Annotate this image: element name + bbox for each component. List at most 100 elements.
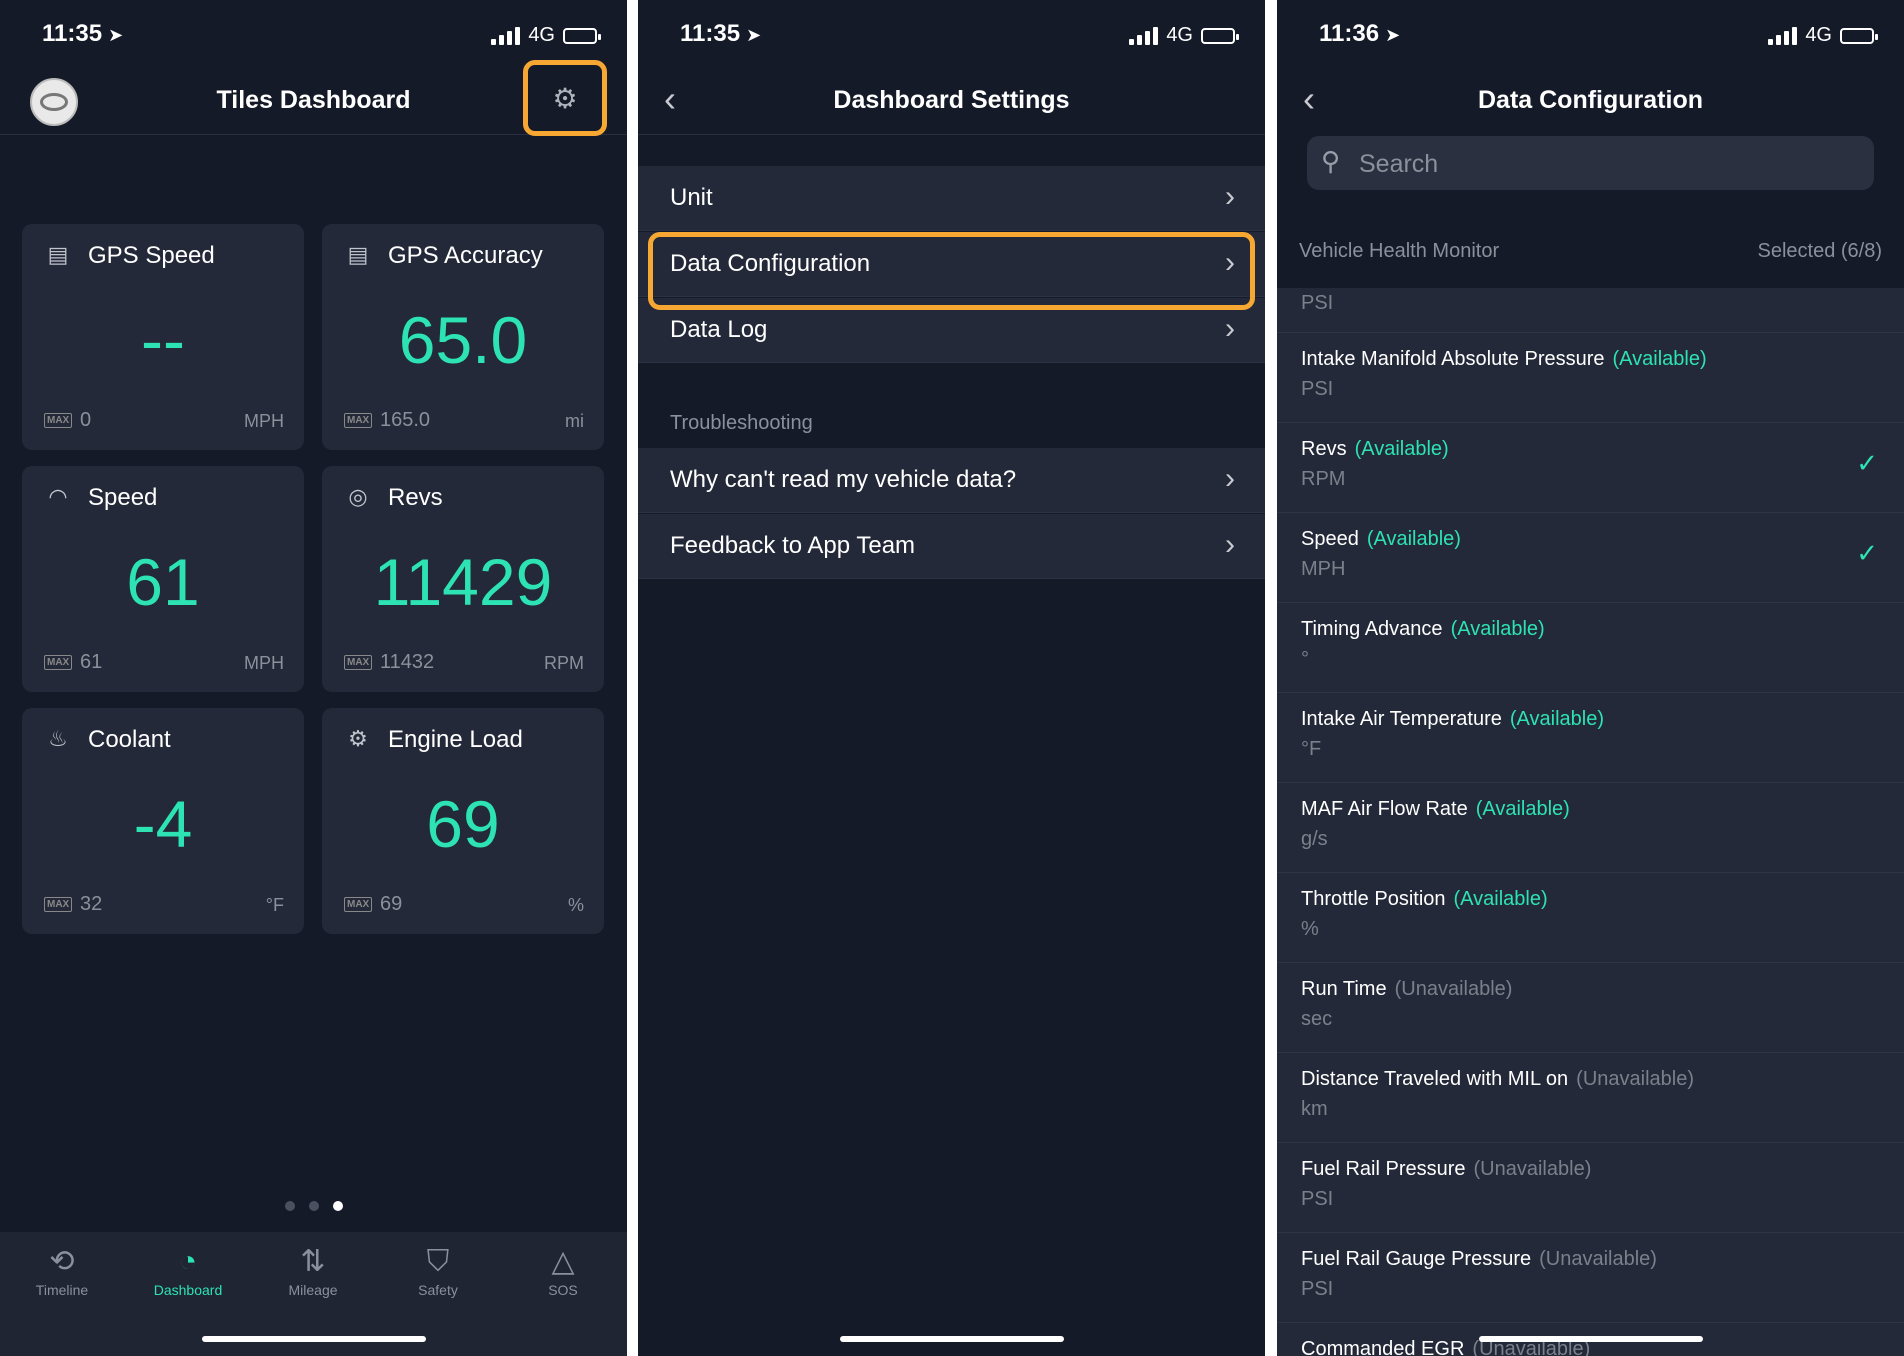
- parameter-list: PSI Intake Manifold Absolute Pressure (Av…: [1277, 288, 1904, 1356]
- status-bar: 11:35 ➤ 4G: [0, 20, 627, 50]
- item-name: Commanded EGR: [1301, 1338, 1465, 1356]
- data-configuration-screen: 11:36➤ 4G ‹ Data Configuration ⚲ Vehicle…: [1277, 0, 1904, 1356]
- tile-value: 11429: [373, 545, 553, 619]
- network-label: 4G: [1166, 24, 1193, 46]
- tile-value: 61: [126, 545, 200, 619]
- page-dot: [308, 1201, 319, 1211]
- selected-count: Selected (6/8): [1757, 240, 1882, 262]
- page-dot-active: [332, 1201, 343, 1211]
- item-name: Timing Advance: [1301, 618, 1443, 640]
- list-item[interactable]: Fuel Rail Pressure (Unavailable) PSI: [1277, 1142, 1904, 1233]
- list-item[interactable]: Intake Air Temperature (Available) °F: [1277, 692, 1904, 783]
- item-status: (Available): [1450, 618, 1545, 640]
- dashboard-tile[interactable]: ◎ Revs 11429 MAX 11432 RPM: [322, 466, 604, 692]
- section-header: Troubleshooting: [670, 412, 813, 434]
- tile-label: Coolant: [88, 726, 171, 753]
- max-badge: MAX: [344, 897, 373, 912]
- list-item[interactable]: Distance Traveled with MIL on (Unavailabl…: [1277, 1052, 1904, 1143]
- dashboard-settings-icon[interactable]: ⚙: [523, 60, 607, 136]
- item-name: Throttle Position: [1301, 888, 1446, 910]
- data-icon: ▤: [347, 242, 369, 267]
- item-unit: %: [1301, 918, 1319, 940]
- location-icon: ➤: [1385, 25, 1401, 45]
- dashboard-tile[interactable]: ◠ Speed 61 MAX 61 MPH: [22, 466, 304, 692]
- speedometer-icon: ◠: [48, 484, 68, 509]
- status-time: 11:36: [1319, 20, 1380, 47]
- item-unit: RPM: [1301, 468, 1346, 490]
- tab-safety[interactable]: ⛉ Safety: [388, 1242, 488, 1298]
- tile-label: GPS Accuracy: [388, 242, 543, 269]
- item-status: (Unavailable): [1576, 1068, 1695, 1090]
- tile-label: Revs: [388, 484, 443, 511]
- page-title: Dashboard Settings: [833, 86, 1070, 114]
- tile-value: --: [141, 303, 185, 377]
- tile-max-value: 61: [80, 651, 103, 673]
- engine-icon: ⚙: [348, 726, 368, 751]
- page-indicator[interactable]: [0, 1201, 627, 1211]
- chevron-right-icon: ›: [1225, 528, 1235, 561]
- item-status: (Available): [1475, 798, 1570, 820]
- list-item[interactable]: Intake Manifold Absolute Pressure (Availa…: [1277, 332, 1904, 423]
- checkmark-icon: ✓: [1856, 448, 1878, 478]
- list-item[interactable]: Fuel Rail Gauge Pressure (Unavailable) PSI: [1277, 1232, 1904, 1323]
- tile-label: Engine Load: [388, 726, 523, 753]
- item-name: Fuel Rail Gauge Pressure: [1301, 1248, 1532, 1270]
- row-label: Why can't read my vehicle data?: [670, 466, 1017, 493]
- tab-timeline[interactable]: ⟲ Timeline: [12, 1242, 112, 1298]
- nav-bar: ‹ Data Configuration: [1277, 68, 1904, 134]
- tab-mileage[interactable]: ⇅ Mileage: [263, 1242, 363, 1298]
- item-unit: MPH: [1301, 558, 1346, 580]
- tile-value: -4: [133, 787, 193, 861]
- item-name: Intake Manifold Absolute Pressure: [1301, 348, 1605, 370]
- tiles-dashboard-screen: 11:35 ➤ 4G Tiles Dashboard ⚙ ▤ GPS Speed --…: [0, 0, 627, 1356]
- tile-max-value: 165.0: [380, 409, 431, 431]
- item-unit: PSI: [1301, 292, 1334, 314]
- search-input[interactable]: [1357, 146, 1821, 182]
- thermometer-icon: ♨: [48, 726, 68, 751]
- tile-unit: RPM: [544, 653, 584, 673]
- tab-dashboard[interactable]: ◔ Dashboard: [138, 1242, 238, 1298]
- tab-sos[interactable]: △ SOS: [513, 1242, 613, 1298]
- item-unit: PSI: [1301, 1188, 1334, 1210]
- item-status: (Unavailable): [1473, 1158, 1592, 1180]
- settings-row-unit[interactable]: Unit ›: [638, 166, 1265, 231]
- nav-bar: Tiles Dashboard ⚙: [0, 60, 627, 136]
- list-item[interactable]: Run Time (Unavailable) sec: [1277, 962, 1904, 1053]
- tile-value: 65.0: [398, 303, 528, 377]
- list-item[interactable]: Timing Advance (Available) °: [1277, 602, 1904, 693]
- list-item[interactable]: Revs (Available) RPM ✓: [1277, 422, 1904, 513]
- signal-icon: [491, 26, 521, 45]
- item-name: Intake Air Temperature: [1301, 708, 1502, 730]
- list-item[interactable]: Speed (Available) MPH ✓: [1277, 512, 1904, 603]
- data-icon: ▤: [47, 242, 69, 267]
- row-label: Unit: [670, 184, 713, 211]
- dashboard-tile[interactable]: ⚙ Engine Load 69 MAX 69%: [322, 708, 604, 934]
- row-label: Feedback to App Team: [670, 532, 916, 559]
- item-name: Run Time: [1301, 978, 1387, 1000]
- dashboard-tile[interactable]: ▤ GPS Speed -- MAX 0 MPH: [22, 224, 304, 450]
- dashboard-tile[interactable]: ▤ GPS Accuracy 65.0 MAX 165.0 mi: [322, 224, 604, 450]
- search-bar[interactable]: ⚲: [1307, 136, 1874, 190]
- tile-value: 69: [426, 787, 500, 861]
- list-item[interactable]: PSI: [1277, 288, 1904, 333]
- settings-row-cant-read[interactable]: Why can't read my vehicle data? ›: [638, 448, 1265, 513]
- list-item[interactable]: Throttle Position (Available)%: [1277, 872, 1904, 963]
- page-title: Data Configuration: [1478, 86, 1703, 114]
- network-label: 4G: [1805, 24, 1832, 46]
- item-status: (Available): [1366, 528, 1461, 550]
- tile-max-value: 69: [380, 893, 403, 915]
- search-icon: ⚲: [1321, 146, 1341, 176]
- max-badge: MAX: [344, 413, 373, 428]
- dashboard-tile[interactable]: ♨ Coolant -4 MAX 32 °F: [22, 708, 304, 934]
- max-badge: MAX: [344, 655, 373, 670]
- checkmark-icon: ✓: [1856, 538, 1878, 568]
- item-name: Speed: [1301, 528, 1359, 550]
- gauge-icon: ◎: [348, 484, 368, 509]
- status-time: 11:35: [680, 20, 741, 47]
- item-status: (Available): [1354, 438, 1449, 460]
- list-item[interactable]: MAF Air Flow Rate (Available) g/s: [1277, 782, 1904, 873]
- item-unit: km: [1301, 1098, 1328, 1120]
- item-unit: sec: [1301, 1008, 1333, 1030]
- warning-icon: △: [551, 1245, 575, 1278]
- settings-row-feedback[interactable]: Feedback to App Team ›: [638, 514, 1265, 579]
